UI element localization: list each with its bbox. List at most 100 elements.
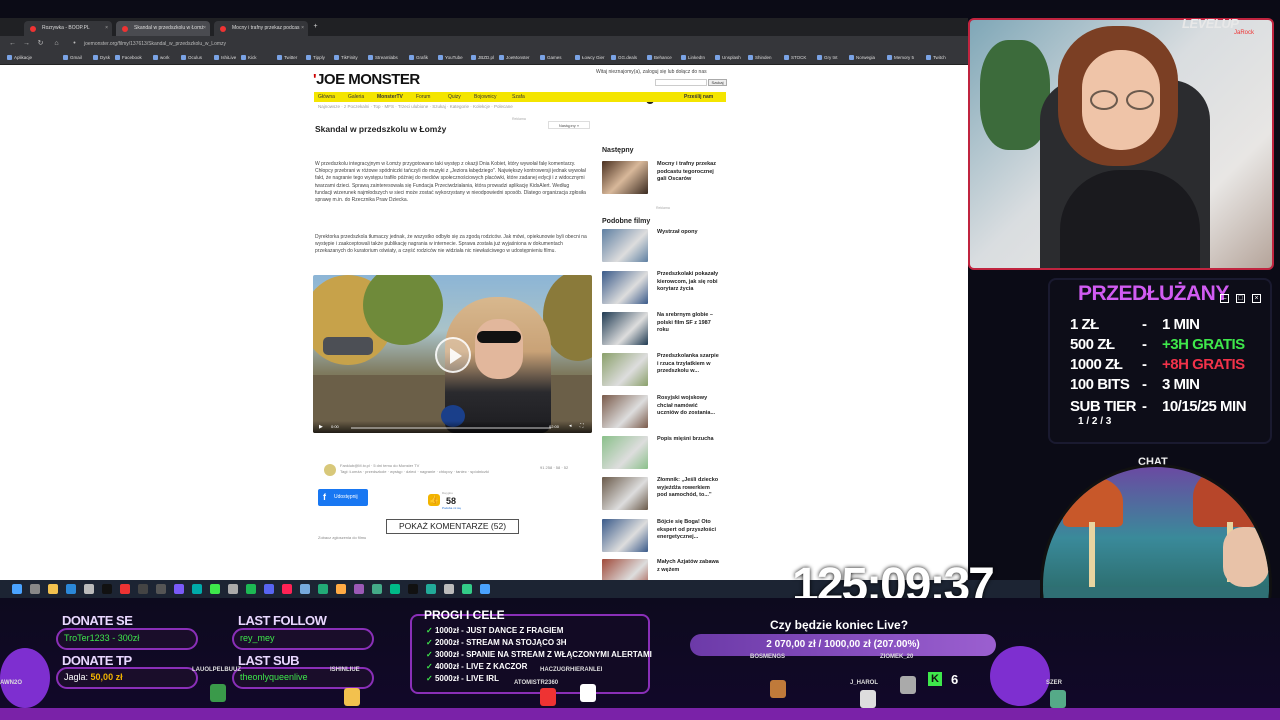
nav-item[interactable]: Quizy: [448, 92, 461, 102]
sub-nav[interactable]: Najnowsze · z Poczekalni · Top · MFS · T…: [318, 104, 513, 109]
taskbar-app-icon[interactable]: [84, 584, 94, 594]
taskbar-app-icon[interactable]: [246, 584, 256, 594]
video-title[interactable]: Małych Azjatów zabawa z wężem: [657, 559, 719, 574]
taskbar-app-icon[interactable]: [120, 584, 130, 594]
bookmark-item[interactable]: YouTube: [437, 51, 463, 65]
bookmark-item[interactable]: Aplikacje: [6, 51, 32, 65]
taskbar-app-icon[interactable]: [282, 584, 292, 594]
next-button[interactable]: Następny »: [548, 121, 590, 129]
bookmark-item[interactable]: TikFinity: [333, 51, 358, 65]
back-icon[interactable]: ←: [8, 39, 17, 48]
search-button[interactable]: Szukaj: [708, 79, 727, 86]
video-progress[interactable]: [351, 427, 551, 429]
bookmark-item[interactable]: JoeMonster: [498, 51, 530, 65]
taskbar-app-icon[interactable]: [48, 584, 58, 594]
nav-item[interactable]: Szafa: [512, 92, 525, 102]
volume-icon[interactable]: ◂: [569, 423, 572, 429]
bookmark-item[interactable]: Shinden: [747, 51, 772, 65]
close-icon[interactable]: ×: [105, 21, 108, 36]
taskbar-app-icon[interactable]: [336, 584, 346, 594]
similar-video-item[interactable]: Popis mięśni brzucha: [602, 436, 727, 472]
taskbar-app-icon[interactable]: [174, 584, 184, 594]
bookmark-item[interactable]: Dysk: [92, 51, 110, 65]
taskbar-app-icon[interactable]: [480, 584, 490, 594]
video-thumbnail[interactable]: [602, 477, 648, 510]
like-widget[interactable]: 👍 Daj głos 58 Podoba mi się: [424, 491, 484, 511]
bookmark-item[interactable]: Twitter: [276, 51, 297, 65]
reload-icon[interactable]: ↻: [36, 39, 45, 48]
bookmark-item[interactable]: Twitch: [925, 51, 946, 65]
bookmark-item[interactable]: Unsplash: [714, 51, 741, 65]
video-thumbnail[interactable]: [602, 519, 648, 552]
video-thumbnail[interactable]: [602, 161, 648, 194]
taskbar-app-icon[interactable]: [138, 584, 148, 594]
play-small-icon[interactable]: ▶: [319, 424, 323, 430]
login-prompt[interactable]: Witaj nieznajomy(a), zaloguj się lub doł…: [596, 69, 707, 75]
taskbar-app-icon[interactable]: [300, 584, 310, 594]
similar-video-item[interactable]: Złomnik: „Jeśli dziecko wyjeżdża rowerki…: [602, 477, 727, 513]
video-title[interactable]: Przedszkolanka szarpie i rzuca trzylatki…: [657, 353, 719, 376]
video-title[interactable]: Mocny i trafny przekaz podcastu tegorocz…: [657, 161, 719, 184]
bookmark-item[interactable]: Games: [539, 51, 562, 65]
bookmark-item[interactable]: Facebook: [114, 51, 142, 65]
taskbar-app-icon[interactable]: [444, 584, 454, 594]
home-icon[interactable]: ⌂: [52, 39, 61, 48]
facebook-share-button[interactable]: f Udostępnij: [318, 489, 368, 506]
nav-item[interactable]: MonsterTV: [377, 92, 403, 102]
taskbar-app-icon[interactable]: [156, 584, 166, 594]
bookmark-item[interactable]: work: [152, 51, 170, 65]
nav-item[interactable]: Forum: [416, 92, 430, 102]
bookmark-item[interactable]: JBZD.pl: [470, 51, 494, 65]
bookmark-item[interactable]: Gmail: [62, 51, 82, 65]
similar-video-item[interactable]: Przedszkolaki pokazały kierowcom, jak si…: [602, 271, 727, 307]
taskbar-app-icon[interactable]: [354, 584, 364, 594]
taskbar-app-icon[interactable]: [408, 584, 418, 594]
video-thumbnail[interactable]: [602, 353, 648, 386]
similar-video-item[interactable]: Wystrzał opony: [602, 229, 727, 265]
video-title[interactable]: Wystrzał opony: [657, 229, 719, 237]
submit-link[interactable]: Prześlij nam: [684, 92, 713, 102]
show-comments-button[interactable]: POKAŻ KOMENTARZE (52): [386, 519, 519, 534]
video-thumbnail[interactable]: [602, 436, 648, 469]
video-player[interactable]: ▶ 0:00 02:00 ◂ ⛶: [313, 275, 592, 433]
bookmark-item[interactable]: Grafik: [408, 51, 428, 65]
video-thumbnail[interactable]: [602, 395, 648, 428]
tab-skandal[interactable]: Skandal w przedszkolu w Łomż ×: [116, 21, 210, 36]
nav-item[interactable]: Bojownicy: [474, 92, 497, 102]
taskbar-app-icon[interactable]: [192, 584, 202, 594]
video-title[interactable]: Na srebrnym globie – polski film SF z 19…: [657, 312, 719, 335]
play-icon[interactable]: [435, 337, 471, 373]
bookmark-item[interactable]: Streamlabs: [367, 51, 398, 65]
forward-icon[interactable]: →: [22, 39, 31, 48]
tab-boop[interactable]: Rozrywka - BOOP.PL ×: [24, 21, 112, 36]
taskbar-app-icon[interactable]: [228, 584, 238, 594]
bookmark-item[interactable]: Norwegia: [848, 51, 875, 65]
taskbar-app-icon[interactable]: [462, 584, 472, 594]
similar-video-item[interactable]: Na srebrnym globie – polski film SF z 19…: [602, 312, 727, 348]
search-input[interactable]: [655, 79, 707, 86]
next-video-item[interactable]: Mocny i trafny przekaz podcastu tegorocz…: [602, 161, 727, 197]
bookmark-item[interactable]: Memory 5: [886, 51, 914, 65]
taskbar-app-icon[interactable]: [66, 584, 76, 594]
report-link[interactable]: Zobacz zgłoszenia do filmu: [318, 535, 366, 540]
bookmark-item[interactable]: Oculus: [180, 51, 202, 65]
video-title[interactable]: Przedszkolaki pokazały kierowcom, jak si…: [657, 271, 719, 294]
taskbar-app-icon[interactable]: [210, 584, 220, 594]
taskbar-app-icon[interactable]: [390, 584, 400, 594]
video-title[interactable]: Złomnik: „Jeśli dziecko wyjeżdża rowerki…: [657, 477, 719, 500]
taskbar-app-icon[interactable]: [12, 584, 22, 594]
url-input[interactable]: joemonster.org/filmy/137613/Skandal_w_pr…: [84, 39, 584, 49]
site-logo[interactable]: 'JOE MONSTER: [313, 71, 420, 88]
similar-video-item[interactable]: Bójcie się Boga! Oto ekspert od przyszło…: [602, 519, 727, 555]
close-icon[interactable]: ×: [203, 21, 206, 36]
video-title[interactable]: Rosyjski wojskowy chciał namówić uczniów…: [657, 395, 719, 418]
bookmark-item[interactable]: Behance: [646, 51, 672, 65]
bookmark-item[interactable]: Gry tnt: [816, 51, 838, 65]
video-title[interactable]: Bójcie się Boga! Oto ekspert od przyszło…: [657, 519, 719, 542]
taskbar-app-icon[interactable]: [318, 584, 328, 594]
taskbar-app-icon[interactable]: [426, 584, 436, 594]
bookmark-item[interactable]: STOCK: [783, 51, 806, 65]
video-thumbnail[interactable]: [602, 312, 648, 345]
bookmark-item[interactable]: LinkedIn: [680, 51, 705, 65]
video-thumbnail[interactable]: [602, 271, 648, 304]
